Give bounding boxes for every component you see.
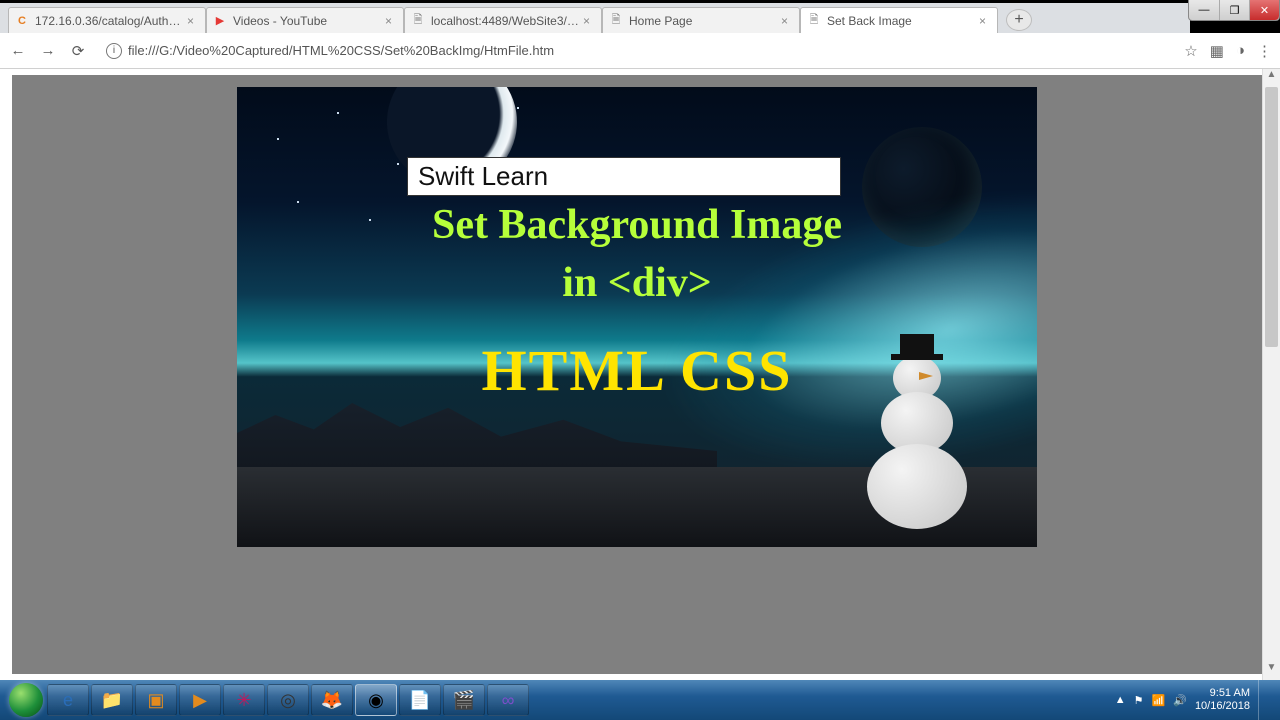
tab-title: Set Back Image [827,14,975,28]
show-desktop-button[interactable] [1258,680,1268,720]
taskbar-app-8[interactable]: 📄 [399,684,441,716]
taskbar-app-4[interactable]: ✳ [223,684,265,716]
maximize-button[interactable]: ❐ [1219,0,1249,20]
tab-close-icon[interactable]: × [187,14,199,28]
tab-title: Videos - YouTube [233,14,381,28]
page-viewport: Swift Learn Set Background Image in <div… [0,69,1280,680]
tab-0[interactable]: C 172.16.0.36/catalog/Authorise/I × [8,7,206,33]
background-div: Swift Learn Set Background Image in <div… [237,87,1037,547]
extension-icon[interactable]: ▦ [1210,42,1224,60]
minimize-button[interactable]: — [1189,0,1219,20]
favicon-doc-icon: 🗎 [807,14,821,28]
clock-time: 9:51 AM [1195,687,1250,700]
browser-toolbar: ← → ⟳ i file:///G:/Video%20Captured/HTML… [0,33,1280,69]
vertical-scrollbar[interactable]: ▲ ▼ [1262,69,1280,680]
taskbar-app-vs[interactable]: ∞ [487,684,529,716]
tab-3[interactable]: 🗎 Home Page × [602,7,800,33]
scroll-up-icon[interactable]: ▲ [1263,69,1280,87]
tab-close-icon[interactable]: × [385,14,397,28]
headline-3: HTML CSS [237,337,1037,404]
windows-taskbar: e 📁 ▣ ▶ ✳ ◎ 🦊 ◉ 📄 🎬 ∞ ▲ ⚑ 📶 🔊 9:51 AM 10… [0,680,1280,720]
start-button[interactable] [6,680,46,720]
extension2-icon[interactable]: ◑ [1236,42,1245,59]
tab-4-active[interactable]: 🗎 Set Back Image × [800,7,998,33]
start-orb-icon [9,683,43,717]
page-body: Swift Learn Set Background Image in <div… [12,75,1262,674]
tab-close-icon[interactable]: × [583,14,595,28]
favicon-doc-icon: 🗎 [411,14,425,28]
site-info-icon[interactable]: i [106,43,122,59]
headline-1: Set Background Image [237,201,1037,249]
taskbar-app-3[interactable]: ▶ [179,684,221,716]
tray-volume-icon[interactable]: 🔊 [1173,694,1187,707]
window-controls: — ❐ ✕ [1188,0,1280,21]
headline-2: in <div> [237,259,1037,307]
bookmark-star-icon[interactable]: ☆ [1184,42,1197,60]
browser-tabstrip: C 172.16.0.36/catalog/Authorise/I × ▶ Vi… [0,3,1190,33]
taskbar-app-firefox[interactable]: 🦊 [311,684,353,716]
tab-1[interactable]: ▶ Videos - YouTube × [206,7,404,33]
taskbar-app-2[interactable]: ▣ [135,684,177,716]
tray-network-icon[interactable]: 📶 [1152,694,1166,707]
tray-action-center-icon[interactable]: ⚑ [1134,694,1144,707]
taskbar-app-5[interactable]: ◎ [267,684,309,716]
address-bar[interactable]: i file:///G:/Video%20Captured/HTML%20CSS… [98,41,1174,61]
scroll-down-icon[interactable]: ▼ [1263,662,1280,680]
taskbar-app-9[interactable]: 🎬 [443,684,485,716]
taskbar-app-explorer[interactable]: 📁 [91,684,133,716]
url-text: file:///G:/Video%20Captured/HTML%20CSS/S… [128,43,554,58]
tab-title: Home Page [629,14,777,28]
close-button[interactable]: ✕ [1249,0,1279,20]
scroll-thumb[interactable] [1265,87,1278,347]
back-button[interactable]: ← [8,42,28,59]
taskbar-app-ie[interactable]: e [47,684,89,716]
taskbar-app-chrome[interactable]: ◉ [355,684,397,716]
reload-button[interactable]: ⟳ [68,42,88,60]
favicon-c-icon: C [15,14,29,28]
system-tray: ▲ ⚑ 📶 🔊 9:51 AM 10/16/2018 [1115,680,1274,720]
tab-title: 172.16.0.36/catalog/Authorise/I [35,14,183,28]
tray-overflow-icon[interactable]: ▲ [1115,694,1126,706]
swift-learn-box: Swift Learn [407,157,841,196]
tab-close-icon[interactable]: × [979,14,991,28]
favicon-doc-icon: 🗎 [609,14,623,28]
favicon-youtube-icon: ▶ [213,14,227,28]
tab-close-icon[interactable]: × [781,14,793,28]
tab-title: localhost:4489/WebSite3/Chart [431,14,579,28]
taskbar-clock[interactable]: 9:51 AM 10/16/2018 [1195,687,1250,713]
clock-date: 10/16/2018 [1195,700,1250,713]
new-tab-button[interactable]: + [1006,9,1032,31]
forward-button[interactable]: → [38,42,58,59]
toolbar-right: ☆ ▦ ◑ ⋮ [1184,42,1272,60]
menu-icon[interactable]: ⋮ [1257,42,1272,60]
tab-2[interactable]: 🗎 localhost:4489/WebSite3/Chart × [404,7,602,33]
